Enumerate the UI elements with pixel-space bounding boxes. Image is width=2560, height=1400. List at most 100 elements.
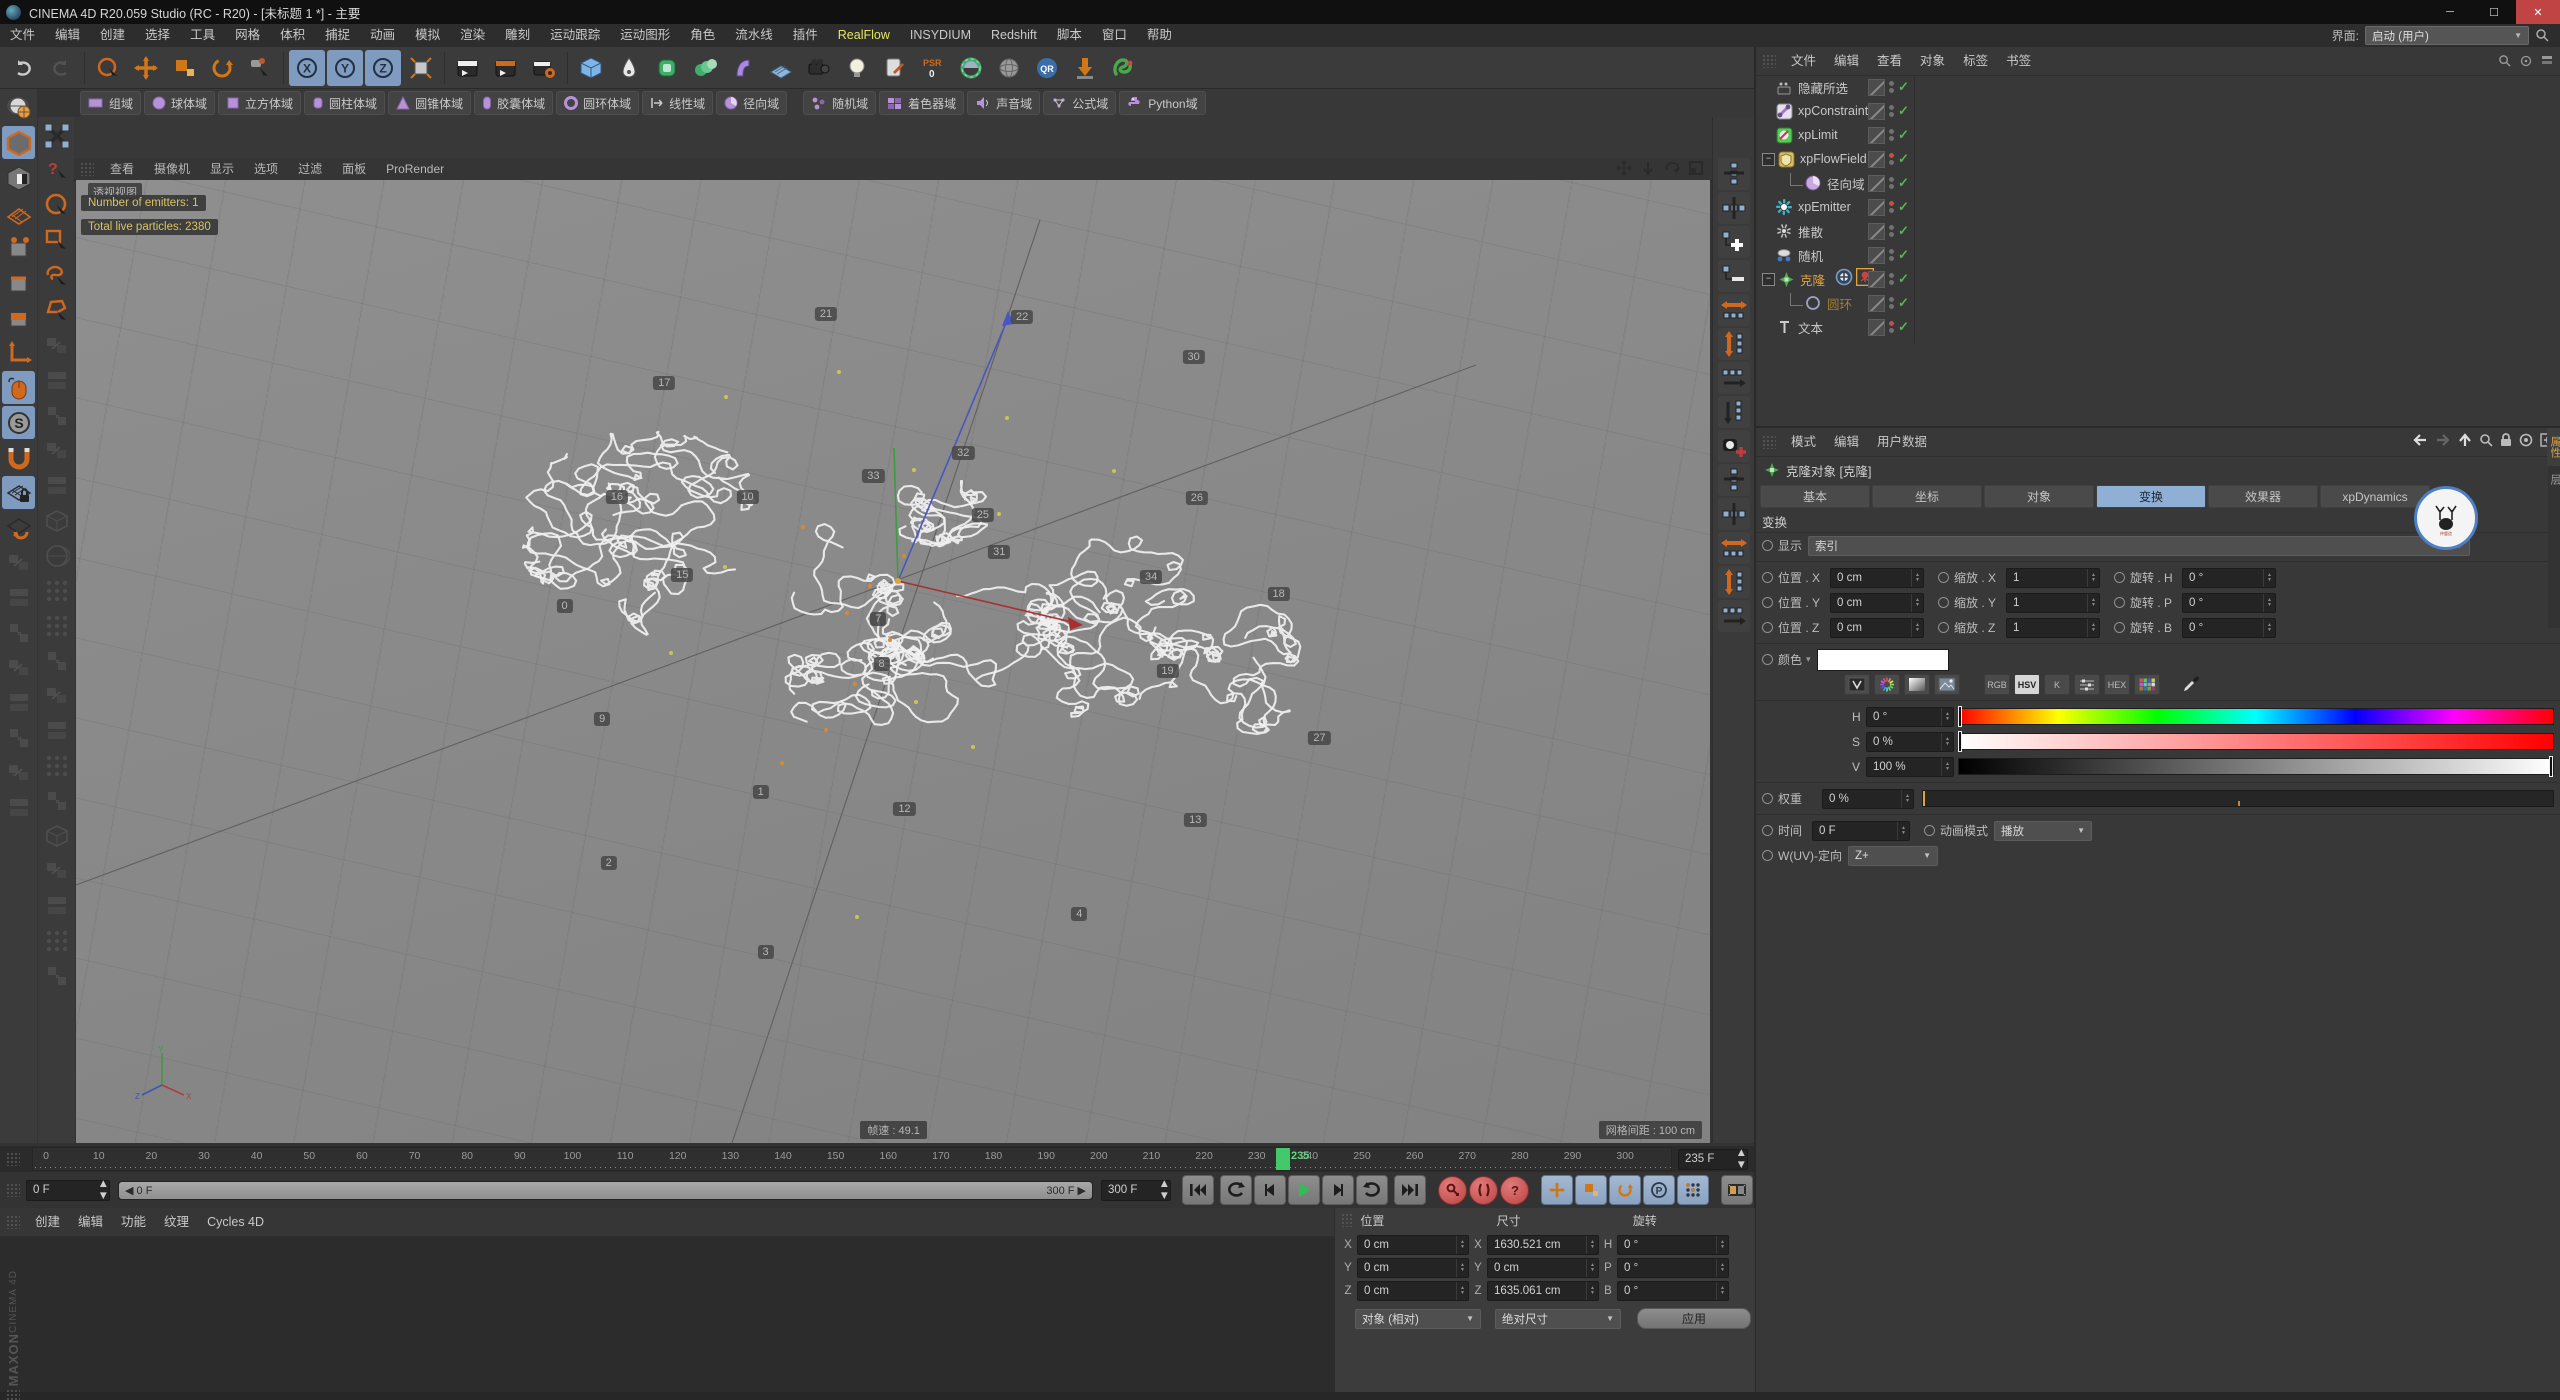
texture-mode[interactable]	[2, 161, 35, 194]
object-row-xpLimit[interactable]: xpLimit✓	[1756, 123, 2560, 147]
viewport-menu-摄像机[interactable]: 摄像机	[144, 158, 200, 180]
redo-button[interactable]	[43, 50, 79, 86]
object-row-xpEmitter[interactable]: xpEmitter✓	[1756, 195, 2560, 219]
field-button-公式域[interactable]: 公式域	[1043, 91, 1116, 115]
tab-对象[interactable]: 对象	[1984, 485, 2094, 508]
swatches-picker-icon[interactable]	[2134, 674, 2160, 695]
dock-extra-3[interactable]	[2, 616, 35, 649]
editor-visibility-dot[interactable]	[1889, 201, 1894, 206]
field-button-圆锥体域[interactable]: 圆锥体域	[388, 91, 471, 115]
tab-效果器[interactable]: 效果器	[2208, 485, 2318, 508]
H-field[interactable]: 0 °▲▼	[1866, 707, 1954, 727]
om-menu-文件[interactable]: 文件	[1782, 50, 1825, 73]
axis-mode[interactable]	[2, 336, 35, 369]
hierarchy-tool-2[interactable]	[1718, 192, 1750, 224]
generator-button[interactable]	[687, 50, 723, 86]
record-keyframe-button[interactable]	[1438, 1176, 1467, 1205]
autokey-button[interactable]	[1469, 1176, 1498, 1205]
tab-xpDynamics[interactable]: xpDynamics	[2320, 485, 2430, 508]
workplane-lock-toggle[interactable]	[2, 476, 35, 509]
render-visibility-dot[interactable]	[1889, 208, 1894, 213]
display-dropdown[interactable]: 索引▼	[1808, 536, 2470, 556]
display-tag[interactable]	[1835, 268, 1853, 291]
material-menu-Cycles 4D[interactable]: Cycles 4D	[198, 1211, 273, 1234]
menu-工具[interactable]: 工具	[180, 24, 225, 47]
coord-尺寸-Y[interactable]: 0 cm▲▼	[1487, 1258, 1599, 1278]
poly-select-tool[interactable]	[40, 294, 73, 327]
dock-extra-2[interactable]	[2, 581, 35, 614]
object-row-xpConstraints[interactable]: xpConstraints✓	[1756, 99, 2560, 123]
key-rotation-toggle[interactable]	[1609, 1175, 1641, 1205]
viewport-menu-面板[interactable]: 面板	[332, 158, 376, 180]
menu-运动图形[interactable]: 运动图形	[610, 24, 680, 47]
modeling-11[interactable]	[40, 679, 73, 712]
layer-toggle[interactable]	[1868, 103, 1885, 120]
layer-toggle[interactable]	[1868, 271, 1885, 288]
lock-z-button[interactable]: Z	[365, 50, 401, 86]
enable-check[interactable]: ✓	[1898, 79, 1909, 95]
subdivision-surface-button[interactable]	[649, 50, 685, 86]
viewport-menu-过滤[interactable]: 过滤	[288, 158, 332, 180]
size-mode-dropdown[interactable]: 绝对尺寸▼	[1495, 1309, 1621, 1329]
render-visibility-dot[interactable]	[1889, 184, 1894, 189]
value-field[interactable]: 0 °▲▼	[2182, 618, 2276, 638]
enable-check[interactable]: ✓	[1898, 223, 1909, 239]
weight-field[interactable]: 0 %▲▼	[1822, 789, 1914, 809]
value-field[interactable]: 1▲▼	[2006, 593, 2100, 613]
menu-脚本[interactable]: 脚本	[1047, 24, 1092, 47]
qr-button[interactable]: QR	[1029, 50, 1065, 86]
rotate-tool[interactable]	[204, 50, 240, 86]
value-field[interactable]: 0 °▲▼	[2182, 593, 2276, 613]
render-visibility-dot[interactable]	[1889, 328, 1894, 333]
start-frame-field[interactable]: 0 F▲▼	[26, 1180, 110, 1201]
last-tool[interactable]	[242, 50, 278, 86]
editor-visibility-dot[interactable]	[1889, 321, 1894, 326]
layer-toggle[interactable]	[1868, 223, 1885, 240]
next-frame-button[interactable]	[1322, 1175, 1354, 1205]
coord-旋转-H[interactable]: 0 °▲▼	[1617, 1235, 1729, 1255]
viewport-menu-选项[interactable]: 选项	[244, 158, 288, 180]
apply-button[interactable]: 应用	[1637, 1308, 1751, 1329]
am-search-icon[interactable]	[2479, 433, 2493, 452]
menu-编辑[interactable]: 编辑	[45, 24, 90, 47]
menu-动画[interactable]: 动画	[360, 24, 405, 47]
snapshot-icon[interactable]	[2519, 433, 2533, 452]
workplane-mode[interactable]	[2, 196, 35, 229]
wuv-dropdown[interactable]: Z+▼	[1848, 846, 1938, 866]
value-field[interactable]: 0 °▲▼	[2182, 568, 2276, 588]
om-menu-书签[interactable]: 书签	[1997, 50, 2040, 73]
timeline-ruler[interactable]: 235 010203040506070809010011012013014015…	[32, 1147, 1672, 1171]
menu-RealFlow[interactable]: RealFlow	[828, 24, 900, 47]
animation-toggle[interactable]	[1938, 597, 1949, 608]
maximize-button[interactable]: ☐	[2472, 0, 2516, 24]
material-menu-功能[interactable]: 功能	[112, 1211, 155, 1234]
modeling-13[interactable]	[40, 749, 73, 782]
scene-nodes-button[interactable]	[877, 50, 913, 86]
points-mode[interactable]	[2, 231, 35, 264]
menu-角色[interactable]: 角色	[680, 24, 725, 47]
hierarchy-tool-10[interactable]	[1718, 464, 1750, 496]
panel-grip[interactable]	[6, 1152, 20, 1166]
timeline-playhead[interactable]	[1276, 1148, 1290, 1170]
object-row-圆环[interactable]: 圆环✓	[1756, 291, 2560, 315]
om-target-icon[interactable]	[2519, 54, 2533, 68]
weight-slider[interactable]	[1922, 790, 2554, 807]
picker-mode-HSV[interactable]: HSV	[2014, 674, 2040, 695]
undo-button[interactable]	[5, 50, 41, 86]
picker-mode-K[interactable]: K	[2044, 674, 2070, 695]
anim-mode-dropdown[interactable]: 播放▼	[1994, 821, 2092, 841]
key-scale-toggle[interactable]	[1575, 1175, 1607, 1205]
side-tab-属性[interactable]: 属性	[2547, 428, 2560, 466]
parent-up-icon[interactable]	[2458, 433, 2472, 452]
go-to-start-button[interactable]	[1182, 1175, 1214, 1205]
expand-toggle[interactable]: −	[1762, 153, 1775, 166]
hierarchy-tool-3[interactable]	[1718, 226, 1750, 258]
live-select-tool[interactable]	[40, 189, 73, 222]
modeling-14[interactable]	[40, 784, 73, 817]
field-button-胶囊体域[interactable]: 胶囊体域	[474, 91, 553, 115]
drop-to-floor-button[interactable]	[1067, 50, 1103, 86]
viewport-solo-mode[interactable]	[2, 371, 35, 404]
enable-check[interactable]: ✓	[1898, 199, 1909, 215]
floor-button[interactable]	[763, 50, 799, 86]
animation-toggle[interactable]	[1762, 597, 1773, 608]
